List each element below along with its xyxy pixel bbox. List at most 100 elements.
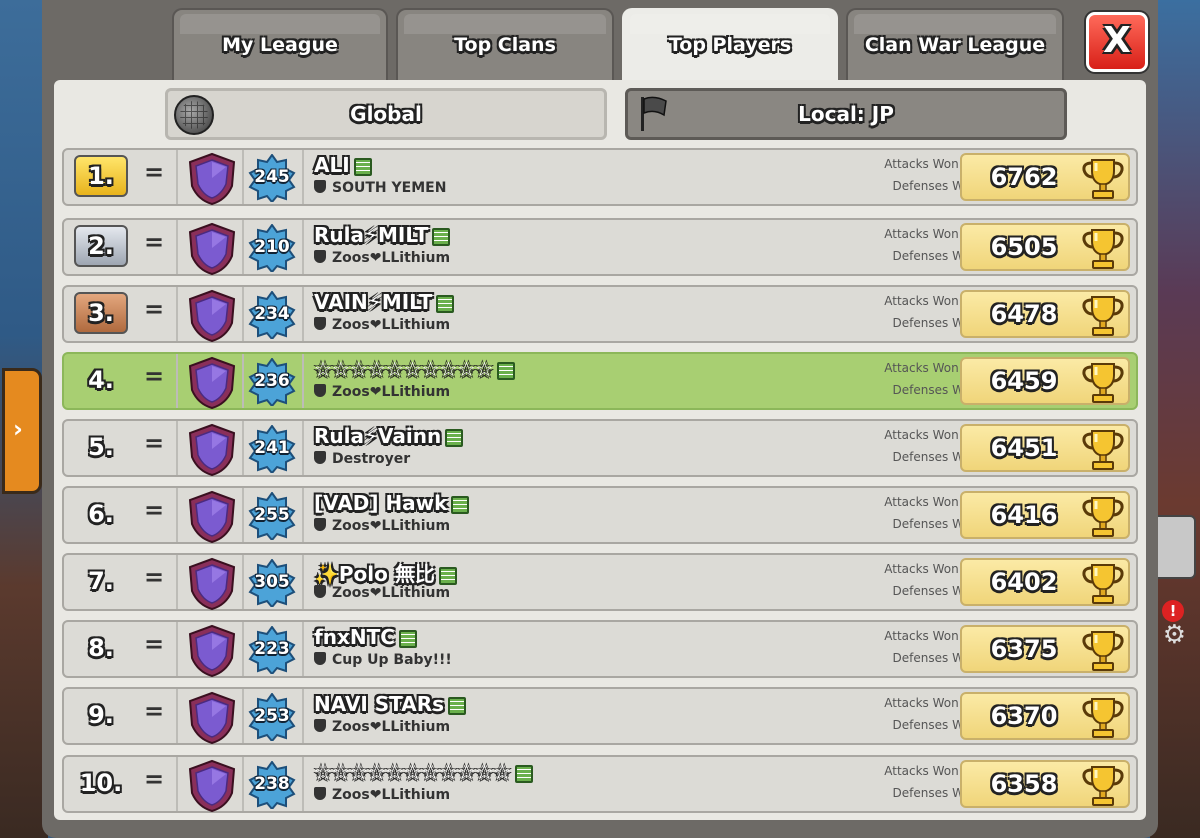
divider [242,622,244,676]
trophy-count: 6478 [990,300,1058,328]
attacks-won: Attacks Won:247 [754,695,994,711]
global-filter-button[interactable]: Global [165,88,607,140]
trophy-icon [1082,497,1124,537]
attacks-won-label: Attacks Won: [884,428,963,442]
trophy-icon [1082,698,1124,738]
clan-name[interactable]: Zoos❤LLithium [314,317,450,333]
rank-badge: 2. [74,225,128,267]
divider [176,689,178,743]
trend-indicator: = [144,563,165,591]
clan-name-text: Zoos❤LLithium [332,719,451,735]
tab-top-players[interactable]: Top Players [622,8,838,80]
clan-name-text: Zoos❤LLithium [332,518,451,534]
clan-name[interactable]: Zoos❤LLithium [314,585,450,601]
clan-name[interactable]: Destroyer [314,451,410,467]
player-name[interactable]: [VAD] Hawk [314,491,470,515]
chat-icon [515,764,534,783]
xp-level: 236 [254,371,290,391]
trophy-count-box: 6505 [960,223,1130,271]
clan-badge-icon [314,652,326,665]
tab-top-clans[interactable]: Top Clans [396,8,614,80]
defenses-won: Defenses Won:4 [754,315,994,331]
clan-badge-icon [314,384,326,397]
clan-name-text: Zoos❤LLithium [332,384,451,400]
player-name[interactable]: ✨Polo 無比 [314,558,457,587]
clan-badge-icon [314,719,326,732]
player-row[interactable]: 9. = 253 NAVI STARs Zoos❤LLithium Attack… [62,687,1138,745]
player-row[interactable]: 3. = 234 VAIN⚡MILT Zoos❤LLithium Attacks… [62,285,1138,343]
trend-indicator: = [144,630,165,658]
attacks-won-label: Attacks Won: [884,227,963,241]
side-arrow-button[interactable] [1152,515,1196,579]
player-name[interactable]: NAVI STARs [314,692,467,716]
clan-name[interactable]: Zoos❤LLithium [314,719,450,735]
legend-league-shield-icon [188,152,236,206]
clan-name[interactable]: Zoos❤LLithium [314,518,450,534]
trophy-count: 6459 [990,367,1058,395]
player-name[interactable]: fnxNTC [314,625,417,649]
trophy-icon [1082,564,1124,604]
player-name[interactable]: ☆☆☆☆☆☆☆☆☆☆ [314,357,516,381]
player-row[interactable]: 7. = 305 ✨Polo 無比 Zoos❤LLithium Attacks … [62,553,1138,611]
trophy-count: 6451 [990,434,1058,462]
player-name[interactable]: ☆☆☆☆☆☆☆☆☆☆☆ [314,760,534,784]
trophy-count-box: 6762 [960,153,1130,201]
player-row[interactable]: 2. = 210 Rula⚡MILT Zoos❤LLithium Attacks… [62,218,1138,276]
clan-name[interactable]: SOUTH YEMEN [314,180,446,196]
player-name[interactable]: VAIN⚡MILT [314,290,455,314]
player-name[interactable]: ALI [314,153,372,177]
tab-clan-war-league[interactable]: Clan War League [846,8,1064,80]
tab-my-league[interactable]: My League [172,8,388,80]
legend-league-shield-icon [188,289,236,343]
chat-icon [451,495,470,514]
player-row[interactable]: 4. = 236 ☆☆☆☆☆☆☆☆☆☆ Zoos❤LLithium Attack… [62,352,1138,410]
divider [242,757,244,811]
trophy-count-box: 6402 [960,558,1130,606]
legend-league-shield-icon [188,557,236,611]
legend-league-shield-icon [188,356,236,410]
divider [302,421,304,475]
player-row[interactable]: 6. = 255 [VAD] Hawk Zoos❤LLithium Attack… [62,486,1138,544]
attacks-won: Attacks Won:241 [754,156,994,172]
rank-badge: 5. [88,433,114,461]
divider [176,287,178,341]
divider [176,622,178,676]
trophy-count-box: 6451 [960,424,1130,472]
xp-level: 305 [254,572,290,592]
player-row[interactable]: 5. = 241 Rula⚡Vainn Destroyer Attacks Wo… [62,419,1138,477]
xp-level: 210 [254,237,290,257]
clan-name-text: Zoos❤LLithium [332,250,451,266]
xp-level: 234 [254,304,290,324]
player-name-text: VAIN⚡MILT [314,290,433,314]
legend-league-shield-icon [188,423,236,477]
gear-icon[interactable]: ⚙ [1163,620,1186,650]
player-row[interactable]: 10. = 238 ☆☆☆☆☆☆☆☆☆☆☆ Zoos❤LLithium Atta… [62,755,1138,813]
player-name[interactable]: Rula⚡Vainn [314,424,464,448]
rank-badge: 6. [88,500,114,528]
rank-badge: 7. [88,567,114,595]
local-filter-button[interactable]: Local: JP [625,88,1067,140]
player-row[interactable]: 8. = 223 fnxNTC Cup Up Baby!!! Attacks W… [62,620,1138,678]
clan-name[interactable]: Zoos❤LLithium [314,384,450,400]
clan-badge-icon [314,250,326,263]
attacks-won-label: Attacks Won: [884,562,963,576]
player-row[interactable]: 1. = 245 ALI SOUTH YEMEN Attacks Won:241… [62,148,1138,206]
clan-name[interactable]: Zoos❤LLithium [314,787,450,803]
rank-badge: 10. [79,769,123,797]
rank-badge: 8. [88,634,114,662]
clan-name[interactable]: Cup Up Baby!!! [314,652,452,668]
clan-name-text: Zoos❤LLithium [332,317,451,333]
divider [242,287,244,341]
side-expand-button[interactable]: › [2,368,42,494]
player-name-text: Rula⚡Vainn [314,424,442,448]
player-name-text: ☆☆☆☆☆☆☆☆☆☆☆ [314,760,512,784]
trend-indicator: = [144,228,165,256]
close-button[interactable]: X [1086,12,1148,72]
attacks-won-label: Attacks Won: [884,495,963,509]
trophy-count: 6402 [990,568,1058,596]
chat-icon [497,361,516,380]
clan-name[interactable]: Zoos❤LLithium [314,250,450,266]
divider [176,421,178,475]
player-name[interactable]: Rula⚡MILT [314,223,451,247]
divider [302,622,304,676]
